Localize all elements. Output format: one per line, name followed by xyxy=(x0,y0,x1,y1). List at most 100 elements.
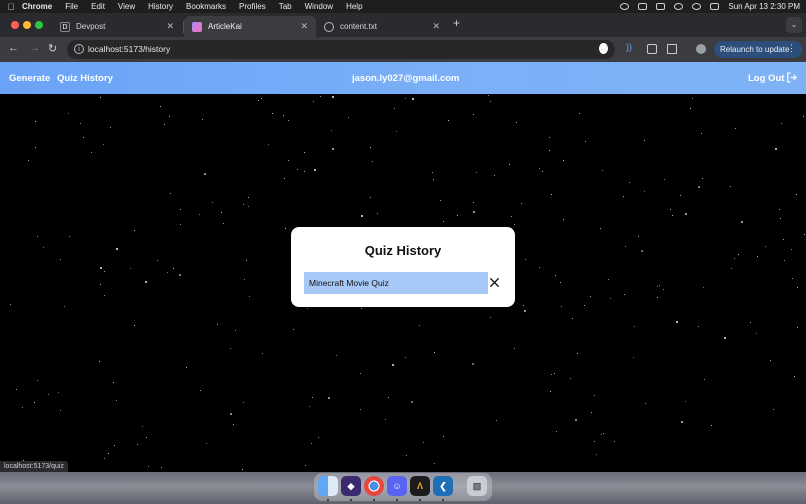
star-dot xyxy=(496,420,497,421)
star-dot xyxy=(521,203,522,204)
discord-icon[interactable]: ☺ xyxy=(387,476,407,496)
star-dot xyxy=(757,256,758,257)
nav-generate-link[interactable]: Generate xyxy=(9,73,50,84)
menu-view[interactable]: View xyxy=(118,2,135,11)
relaunch-to-update-button[interactable]: Relaunch to update ⋮ xyxy=(714,41,802,58)
menubar-datetime[interactable]: Sun Apr 13 2:30 PM xyxy=(728,2,800,11)
delete-quiz-close-icon[interactable] xyxy=(489,277,500,288)
logout-icon[interactable] xyxy=(786,72,797,83)
battery-icon[interactable] xyxy=(656,3,666,10)
dock-running-indicator xyxy=(327,499,329,501)
apple-icon[interactable]:  xyxy=(0,2,22,12)
star-dot xyxy=(167,272,168,273)
tab-close-icon[interactable]: ✕ xyxy=(166,21,174,32)
star-dot xyxy=(516,122,517,123)
vscode-icon[interactable]: ❮ xyxy=(433,476,453,496)
star-dot xyxy=(28,160,29,161)
ai-app-icon[interactable]: ◆ xyxy=(341,476,361,496)
forward-arrow-icon[interactable]: → xyxy=(29,42,40,54)
star-dot xyxy=(623,196,624,197)
star-dot xyxy=(314,169,316,171)
star-dot xyxy=(130,268,131,269)
star-dot xyxy=(169,116,170,117)
window-close-button[interactable] xyxy=(11,21,19,29)
trash-icon[interactable]: ▧ xyxy=(467,476,487,496)
quiz-history-item[interactable]: Minecraft Movie Quiz xyxy=(304,272,488,294)
mute-icon[interactable] xyxy=(638,3,648,10)
menu-edit[interactable]: Edit xyxy=(91,2,105,11)
star-dot xyxy=(396,131,397,132)
logout-link[interactable]: Log Out xyxy=(748,73,784,84)
menu-window[interactable]: Window xyxy=(305,2,333,11)
menubar-status-area: Sun Apr 13 2:30 PM xyxy=(620,0,800,13)
star-dot xyxy=(100,284,101,285)
window-minimize-button[interactable] xyxy=(23,21,31,29)
star-dot xyxy=(199,214,200,215)
finder-icon[interactable] xyxy=(318,476,338,496)
star-dot xyxy=(596,454,597,455)
menu-app-name[interactable]: Chrome xyxy=(22,2,52,11)
articlekai-icon[interactable]: Λ xyxy=(410,476,430,496)
tab-search-chevron-icon[interactable]: ⌄ xyxy=(786,17,802,33)
nav-quiz-history-link[interactable]: Quiz History xyxy=(57,73,113,84)
star-dot xyxy=(443,221,444,222)
dock-running-indicator xyxy=(442,499,444,501)
menu-help[interactable]: Help xyxy=(346,2,362,11)
star-dot xyxy=(641,250,643,252)
star-dot xyxy=(137,444,138,445)
back-arrow-icon[interactable]: ← xyxy=(8,42,19,54)
dock-running-indicator xyxy=(373,499,375,501)
star-dot xyxy=(114,445,115,446)
tab-articlekai[interactable]: ArticleKai ✕ xyxy=(184,16,316,37)
tab-close-icon[interactable]: ✕ xyxy=(300,21,308,32)
extension-screen-icon[interactable] xyxy=(647,44,657,54)
star-dot xyxy=(170,193,171,194)
star-dot xyxy=(514,348,515,349)
window-zoom-button[interactable] xyxy=(35,21,43,29)
address-url[interactable]: localhost:5173/history xyxy=(88,44,170,54)
star-dot xyxy=(361,308,362,309)
address-bar[interactable]: i localhost:5173/history ☆ xyxy=(67,40,615,59)
new-tab-plus-icon[interactable]: + xyxy=(453,16,460,30)
extension-audio-icon[interactable]: )) xyxy=(626,42,636,52)
control-center-icon[interactable] xyxy=(710,3,720,10)
star-dot xyxy=(313,101,314,102)
globe-icon xyxy=(324,21,334,32)
bookmark-star-icon[interactable]: ☆ xyxy=(599,43,608,54)
kebab-menu-icon[interactable]: ⋮ xyxy=(787,43,796,54)
star-dot xyxy=(797,327,798,328)
chrome-icon[interactable] xyxy=(364,476,384,496)
star-dot xyxy=(116,248,118,250)
menu-file[interactable]: File xyxy=(65,2,78,11)
star-dot xyxy=(685,401,686,402)
star-dot xyxy=(584,305,585,306)
tab-close-icon[interactable]: ✕ xyxy=(432,21,440,32)
star-dot xyxy=(550,391,551,392)
star-dot xyxy=(69,236,70,237)
star-dot xyxy=(392,364,394,366)
extensions-puzzle-icon[interactable] xyxy=(667,44,677,54)
star-dot xyxy=(756,333,757,334)
star-dot xyxy=(233,424,234,425)
menu-bookmarks[interactable]: Bookmarks xyxy=(186,2,226,11)
star-dot xyxy=(638,236,639,237)
star-dot xyxy=(731,268,732,269)
profile-avatar-icon[interactable] xyxy=(696,44,706,54)
star-dot xyxy=(570,378,571,379)
star-dot xyxy=(370,147,371,148)
star-dot xyxy=(551,194,552,195)
star-dot xyxy=(704,379,705,380)
tab-devpost[interactable]: D Devpost ✕ xyxy=(52,16,182,37)
tab-content-txt[interactable]: content.txt ✕ xyxy=(316,16,448,37)
star-dot xyxy=(634,326,635,327)
site-info-icon[interactable]: i xyxy=(74,44,84,54)
status-app-icon[interactable] xyxy=(620,3,630,10)
star-dot xyxy=(37,236,38,237)
menu-tab[interactable]: Tab xyxy=(279,2,292,11)
reload-icon[interactable]: ↻ xyxy=(48,42,57,55)
menu-profiles[interactable]: Profiles xyxy=(239,2,266,11)
menu-history[interactable]: History xyxy=(148,2,173,11)
spotlight-search-icon[interactable] xyxy=(692,3,702,10)
wifi-icon[interactable] xyxy=(674,3,684,10)
star-dot xyxy=(145,281,147,283)
